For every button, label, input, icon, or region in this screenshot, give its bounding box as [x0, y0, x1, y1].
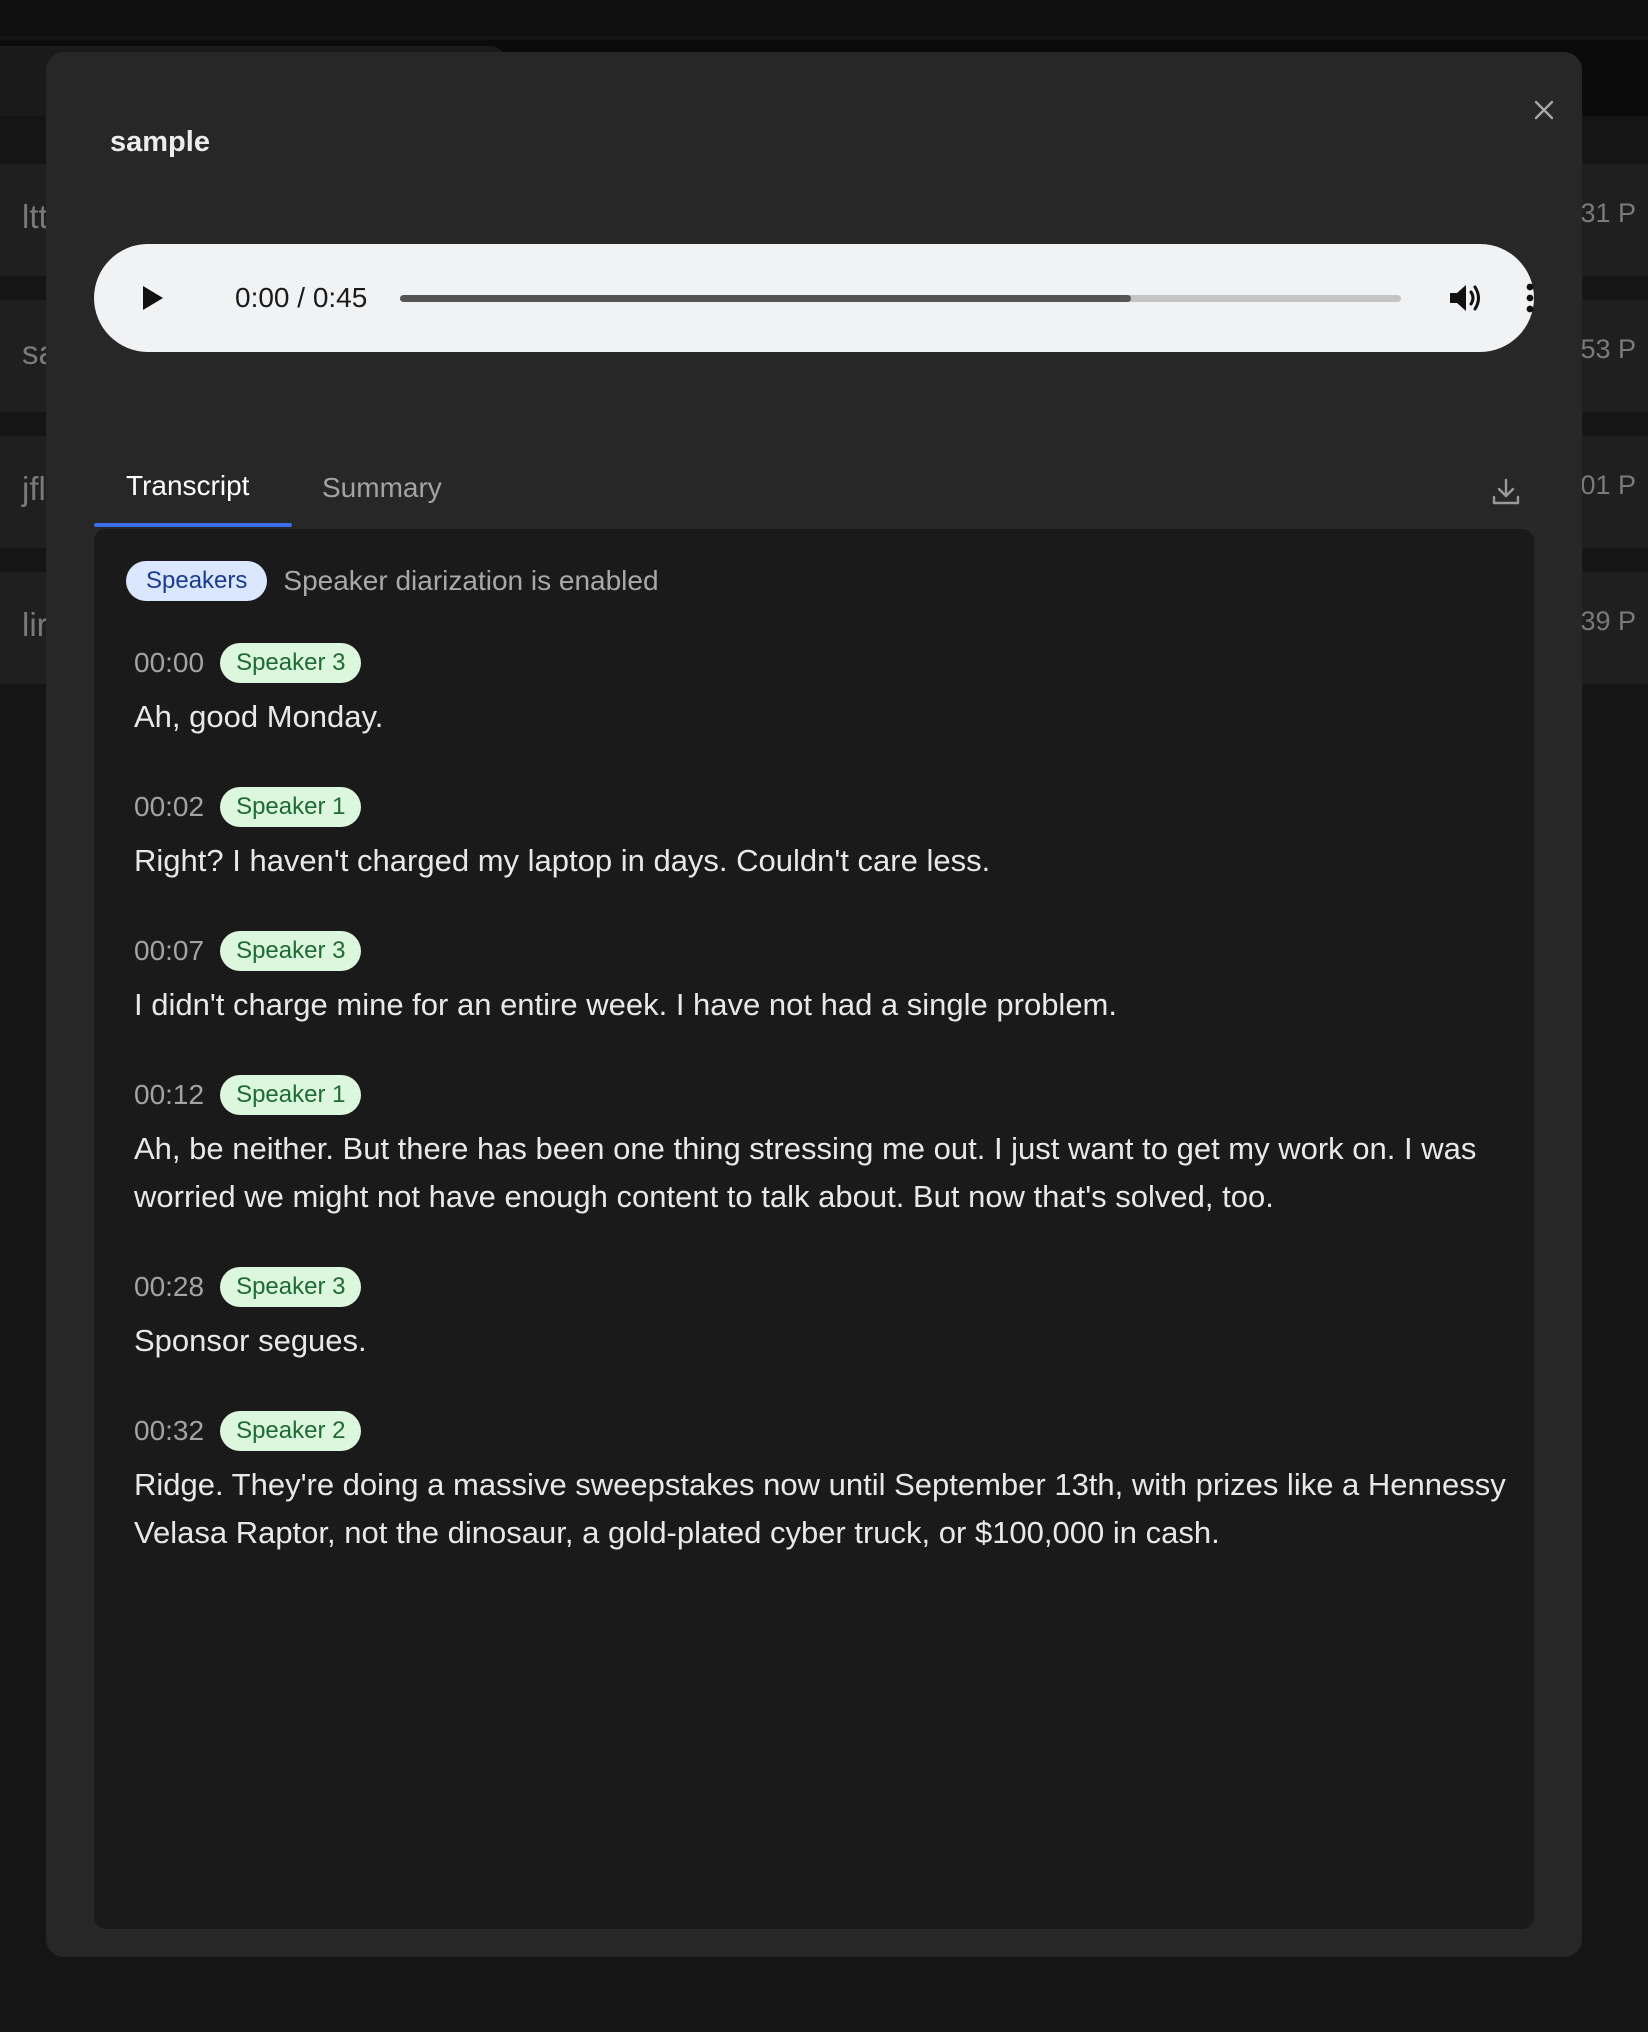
diarization-status: Speaker diarization is enabled — [283, 565, 659, 596]
volume-button[interactable] — [1444, 276, 1488, 320]
active-tab-indicator — [94, 523, 292, 527]
download-icon — [1492, 478, 1520, 505]
transcript-text: Ah, be neither. But there has been one t… — [134, 1131, 1477, 1214]
modal-title: sample — [110, 126, 210, 158]
transcript-entry: 00:00 Speaker 3 Ah, good Monday. — [134, 641, 1514, 741]
transcript-entry: 00:02 Speaker 1 Right? I haven't charged… — [134, 785, 1514, 885]
transcript-text: Right? I haven't charged my laptop in da… — [134, 843, 991, 878]
close-icon — [1534, 100, 1554, 120]
background-row-name: jfl — [22, 470, 46, 507]
transcript-entry: 00:07 Speaker 3 I didn't charge mine for… — [134, 929, 1514, 1029]
more-vertical-icon — [1526, 283, 1534, 313]
play-button[interactable] — [132, 278, 172, 318]
tab-summary[interactable]: Summary — [322, 472, 442, 504]
timestamp[interactable]: 00:00 — [134, 647, 204, 679]
transcript-text: Ah, good Monday. — [134, 699, 384, 734]
timestamp[interactable]: 00:12 — [134, 1079, 204, 1111]
audio-player: 0:00 / 0:45 — [94, 244, 1534, 352]
speaker-badge: Speaker 3 — [220, 1267, 362, 1307]
speaker-badge: Speaker 1 — [220, 787, 362, 827]
speaker-badge: Speaker 3 — [220, 931, 362, 971]
speaker-badge: Speaker 1 — [220, 1075, 362, 1115]
background-row-name: ltt — [22, 198, 48, 235]
transcript-text: Sponsor segues. — [134, 1323, 367, 1358]
speaker-badge: Speaker 3 — [220, 643, 362, 683]
speakers-badge[interactable]: Speakers — [126, 561, 268, 601]
transcript-modal: sample 0:00 / 0:45 Transcript Summary Sp… — [46, 52, 1582, 1957]
more-options-button[interactable] — [1508, 276, 1552, 320]
tab-transcript[interactable]: Transcript — [126, 470, 249, 502]
background-row-name: lir — [22, 606, 48, 643]
background-row-time: :39 P — [1572, 606, 1636, 636]
volume-icon — [1450, 285, 1480, 311]
timestamp[interactable]: 00:28 — [134, 1271, 204, 1303]
tab-bar: Transcript Summary — [94, 456, 1534, 528]
transcript-text: Ridge. They're doing a massive sweepstak… — [134, 1467, 1506, 1550]
transcript-text: I didn't charge mine for an entire week.… — [134, 987, 1117, 1022]
speaker-badge: Speaker 2 — [220, 1411, 362, 1451]
timestamp[interactable]: 00:32 — [134, 1415, 204, 1447]
play-icon — [143, 286, 163, 310]
download-button[interactable] — [1486, 472, 1526, 512]
audio-time: 0:00 / 0:45 — [235, 282, 368, 313]
transcript-entry: 00:32 Speaker 2 Ridge. They're doing a m… — [134, 1409, 1514, 1557]
transcript-list: 00:00 Speaker 3 Ah, good Monday. 00:02 S… — [134, 641, 1514, 1601]
audio-progress-track[interactable] — [400, 295, 1401, 302]
timestamp[interactable]: 00:07 — [134, 935, 204, 967]
speakers-row: Speakers Speaker diarization is enabled — [126, 561, 659, 601]
transcript-entry: 00:12 Speaker 1 Ah, be neither. But ther… — [134, 1073, 1514, 1221]
close-button[interactable] — [1518, 84, 1570, 136]
timestamp[interactable]: 00:02 — [134, 791, 204, 823]
background-row-time: :53 P — [1572, 334, 1636, 364]
transcript-panel: Speakers Speaker diarization is enabled … — [94, 529, 1534, 1929]
transcript-entry: 00:28 Speaker 3 Sponsor segues. — [134, 1265, 1514, 1365]
background-topbar — [0, 0, 1648, 36]
audio-progress-fill — [400, 295, 1131, 302]
